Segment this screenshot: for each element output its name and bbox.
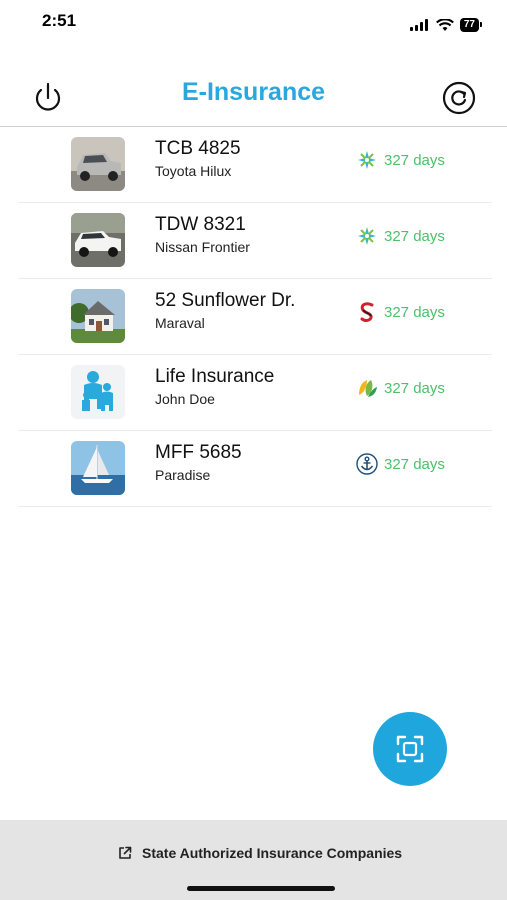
sailboat-thumbnail xyxy=(71,441,125,495)
policy-subtitle: Maraval xyxy=(155,315,205,331)
snowflake-star-logo-icon xyxy=(358,151,376,169)
authorized-companies-link[interactable]: State Authorized Insurance Companies xyxy=(118,845,402,861)
pickup-truck-thumbnail xyxy=(71,137,125,191)
list-item[interactable]: Life Insurance John Doe 327 days xyxy=(18,355,492,431)
page-title: E-Insurance xyxy=(181,78,326,106)
refresh-icon xyxy=(442,81,476,115)
policy-status: 327 days xyxy=(356,301,445,323)
policy-title: 52 Sunflower Dr. xyxy=(155,290,296,311)
scan-button[interactable] xyxy=(373,712,447,786)
status-time: 2:51 xyxy=(42,11,77,30)
days-remaining: 327 days xyxy=(384,379,445,397)
policy-list: TCB 4825 Toyota Hilux 327 days TDW 8321 … xyxy=(18,127,492,507)
policy-subtitle: Paradise xyxy=(155,467,211,483)
scan-icon xyxy=(396,735,424,763)
policy-title: MFF 5685 xyxy=(155,442,242,463)
policy-title: Life Insurance xyxy=(155,366,275,387)
policy-status: 327 days xyxy=(356,149,445,171)
wifi-icon xyxy=(435,18,454,31)
signal-icon xyxy=(409,19,428,31)
days-remaining: 327 days xyxy=(384,303,445,321)
policy-status: 327 days xyxy=(356,377,445,399)
external-link-icon xyxy=(119,846,132,859)
days-remaining: 327 days xyxy=(384,455,445,473)
policy-subtitle: John Doe xyxy=(155,391,215,407)
family-thumbnail xyxy=(71,365,125,419)
policy-title: TCB 4825 xyxy=(155,138,241,159)
policy-title: TDW 8321 xyxy=(155,214,246,235)
list-item[interactable]: 52 Sunflower Dr. Maraval 327 days xyxy=(18,279,492,355)
list-item[interactable]: TDW 8321 Nissan Frontier 327 days xyxy=(18,203,492,279)
s-mark-logo-icon xyxy=(360,302,374,322)
home-indicator[interactable] xyxy=(187,886,335,891)
anchor-logo-icon xyxy=(356,453,378,475)
app-header: E-Insurance xyxy=(0,60,507,127)
pickup-truck-thumbnail xyxy=(71,213,125,267)
status-icons: 77 xyxy=(409,18,483,32)
snowflake-star-logo-icon xyxy=(358,227,376,245)
house-thumbnail xyxy=(71,289,125,343)
leaf-logo-icon xyxy=(359,380,377,397)
footer-bar: State Authorized Insurance Companies xyxy=(0,820,507,900)
policy-status: 327 days xyxy=(356,225,445,247)
policy-subtitle: Nissan Frontier xyxy=(155,239,250,255)
battery-icon: 77 xyxy=(459,18,483,32)
policy-status: 327 days xyxy=(356,453,445,475)
refresh-button[interactable] xyxy=(441,80,477,116)
authorized-companies-label: State Authorized Insurance Companies xyxy=(142,845,403,861)
list-item[interactable]: MFF 5685 Paradise 327 days xyxy=(18,431,492,507)
days-remaining: 327 days xyxy=(384,151,445,169)
policy-subtitle: Toyota Hilux xyxy=(155,163,232,179)
list-item[interactable]: TCB 4825 Toyota Hilux 327 days xyxy=(18,127,492,203)
days-remaining: 327 days xyxy=(384,227,445,245)
status-bar: 2:51 77 xyxy=(0,0,507,44)
